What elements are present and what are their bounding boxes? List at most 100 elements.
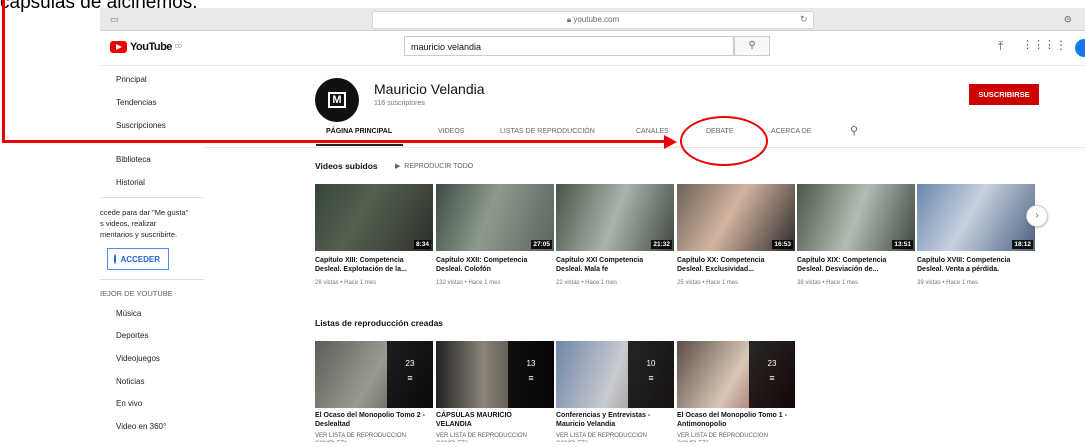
video-thumbnail[interactable]: 8:34 (315, 184, 433, 251)
video-thumbnail[interactable]: 27:05 (436, 184, 554, 251)
video-thumbnail[interactable]: 21:32 (556, 184, 674, 251)
video-duration: 21:32 (651, 240, 672, 249)
sidebar-item-historial[interactable]: Historial (116, 178, 145, 187)
view-full-playlist-link[interactable]: VER LISTA DE REPRODUCCIÓN COMPLETA (556, 432, 678, 442)
video-title-line: Capítulo XXII: Competencia (436, 257, 528, 264)
sidebar-item-suscripciones[interactable]: Suscripciones (116, 121, 166, 130)
annotation-line-horizontal (2, 140, 666, 143)
view-full-playlist-link[interactable]: VER LISTA DE REPRODUCCIÓN COMPLETA (315, 432, 437, 442)
sidebar-item-en-vivo[interactable]: En vivo (116, 399, 142, 408)
video-meta: 25 vistas • Hace 1 mes (677, 280, 739, 286)
playlist-video-count: 13 (526, 359, 536, 368)
sidebar-item-videojuegos[interactable]: Videojuegos (116, 354, 160, 363)
playlist-count-overlay: 13 ≡ (508, 341, 554, 408)
search-input[interactable]: mauricio velandia (404, 36, 734, 56)
video-title-line: Capítulo XIX: Competencia (797, 257, 887, 264)
tab-canales[interactable]: CANALES (636, 128, 669, 135)
playlist-count-overlay: 23 ≡ (387, 341, 433, 408)
channel-search-icon[interactable]: ⚲ (850, 124, 858, 137)
video-title-line: Capítulo XXI Competencia (556, 257, 644, 264)
play-logo-icon (110, 41, 127, 53)
playlist-video-count: 23 (767, 359, 777, 368)
playlist-title[interactable]: Conferencias y Entrevistas - Mauricio Vel… (556, 411, 678, 429)
subscriber-count: 116 suscriptores (374, 100, 425, 107)
video-duration: 8:34 (413, 240, 431, 249)
video-title[interactable]: Capítulo XIX: Competencia Desleal. Desvia… (797, 256, 915, 274)
sidebar-item-biblioteca[interactable]: Biblioteca (116, 155, 151, 164)
video-title-line: Desleal. Mala fe (556, 266, 609, 273)
sidebar-divider (100, 279, 204, 280)
playlist-title[interactable]: CÁPSULAS MAURICIO VELANDIA (436, 411, 558, 429)
sidebar-divider (100, 197, 204, 198)
sidebar-item-tendencias[interactable]: Tendencias (116, 98, 156, 107)
playlist-icon: ≡ (648, 373, 654, 383)
video-duration: 27:05 (531, 240, 552, 249)
view-full-playlist-link[interactable]: VER LISTA DE REPRODUCCIÓN COMPLETA (436, 432, 558, 442)
tab-listas[interactable]: LISTAS DE REPRODUCCIÓN (500, 128, 595, 135)
sidebar-item-video-360[interactable]: Video en 360° (116, 422, 166, 431)
tab-pagina-principal[interactable]: PÁGINA PRINCIPAL (326, 128, 392, 135)
playlist-title[interactable]: El Ocaso del Monopolio Tomo 2 - Deslealta… (315, 411, 437, 429)
annotation-line-vertical (2, 0, 5, 142)
chevron-right-icon: › (1035, 210, 1039, 221)
sidebar-item-musica[interactable]: Música (116, 309, 141, 318)
account-icon (114, 254, 117, 264)
video-title-line: Capítulo XIII: Competencia (315, 257, 404, 264)
signin-button[interactable]: ACCEDER (107, 248, 169, 270)
playlist-title-line: El Ocaso del Monopolio Tomo 1 - (677, 412, 787, 419)
video-title-line: Capítulo XVIII: Competencia (917, 257, 1011, 264)
more-options-icon[interactable]: ⋮ (1055, 38, 1067, 52)
apps-grid-icon[interactable]: ⋮⋮⋮ (1022, 38, 1055, 51)
channel-avatar-letter: M (328, 92, 346, 108)
playlist-thumbnail[interactable]: 23 ≡ (677, 341, 795, 408)
active-tab-indicator (316, 144, 403, 146)
video-title[interactable]: Capítulo XXI Competencia Desleal. Mala fe (556, 256, 674, 274)
youtube-logo[interactable]: YouTube CO (110, 41, 182, 53)
video-thumbnail[interactable]: 18:12 (917, 184, 1035, 251)
video-title[interactable]: Capítulo XIII: Competencia Desleal. Explo… (315, 256, 433, 274)
playlist-count-overlay: 23 ≡ (749, 341, 795, 408)
video-title[interactable]: Capítulo XVIII: Competencia Desleal. Vent… (917, 256, 1035, 274)
video-duration: 18:12 (1012, 240, 1033, 249)
signin-prompt-line: s videos, realizar (100, 219, 157, 228)
sidebar-item-noticias[interactable]: Noticias (116, 377, 144, 386)
uploads-heading: Videos subidos (315, 161, 378, 171)
video-meta: 39 vistas • Hace 1 mes (917, 280, 979, 286)
search-button[interactable]: ⚲ (734, 36, 770, 56)
sidebar-item-principal[interactable]: Principal (116, 75, 147, 84)
sidebar-item-deportes[interactable]: Deportes (116, 331, 148, 340)
playlist-title-line: Mauricio Velandia (556, 421, 616, 428)
channel-avatar[interactable]: M (315, 78, 359, 122)
reload-icon[interactable]: ↻ (800, 8, 808, 30)
annotation-arrowhead (664, 135, 677, 149)
avatar[interactable] (1075, 39, 1085, 57)
tab-videos[interactable]: VIDEOS (438, 128, 464, 135)
browser-toolbar: ▭ 🔒︎ youtube.com ↻ ⊙ (100, 8, 1085, 31)
playlist-thumbnail[interactable]: 13 ≡ (436, 341, 554, 408)
address-bar[interactable]: 🔒︎ youtube.com (372, 11, 814, 29)
tab-acerca-de[interactable]: ACERCA DE (771, 128, 811, 135)
video-title-line: Desleal. Venta a pérdida. (917, 266, 1000, 273)
extension-icon[interactable]: ⊙ (1064, 8, 1072, 30)
video-duration: 13:51 (892, 240, 913, 249)
playlist-thumbnail[interactable]: 23 ≡ (315, 341, 433, 408)
play-all-button[interactable]: ▶ REPRODUCIR TODO (395, 162, 473, 170)
signin-prompt-line: ccede para dar "Me gusta" (100, 208, 189, 217)
video-title[interactable]: Capítulo XXII: Competencia Desleal. Colof… (436, 256, 554, 274)
video-title-line: Desleal. Desviación de... (797, 266, 879, 273)
video-title[interactable]: Capítulo XX: Competencia Desleal. Exclusi… (677, 256, 795, 274)
upload-icon[interactable]: ⤒ (998, 39, 1003, 54)
signin-prompt-line: mentarios y suscribirte. (100, 230, 178, 239)
view-full-playlist-link[interactable]: VER LISTA DE REPRODUCCIÓN COMPLETA (677, 432, 799, 442)
playlist-thumbnail[interactable]: 10 ≡ (556, 341, 674, 408)
address-bar-url: youtube.com (573, 15, 620, 24)
next-arrow-button[interactable]: › (1026, 205, 1048, 227)
lock-icon: 🔒︎ (566, 15, 572, 24)
playlist-icon: ≡ (769, 373, 775, 383)
sidebar-toggle-icon[interactable]: ▭ (110, 8, 119, 30)
playlist-title-line: CÁPSULAS MAURICIO (436, 412, 512, 419)
playlist-title[interactable]: El Ocaso del Monopolio Tomo 1 - Antimonop… (677, 411, 799, 429)
video-thumbnail[interactable]: 16:53 (677, 184, 795, 251)
video-thumbnail[interactable]: 13:51 (797, 184, 915, 251)
subscribe-button[interactable]: SUSCRIBIRSE (969, 84, 1039, 105)
